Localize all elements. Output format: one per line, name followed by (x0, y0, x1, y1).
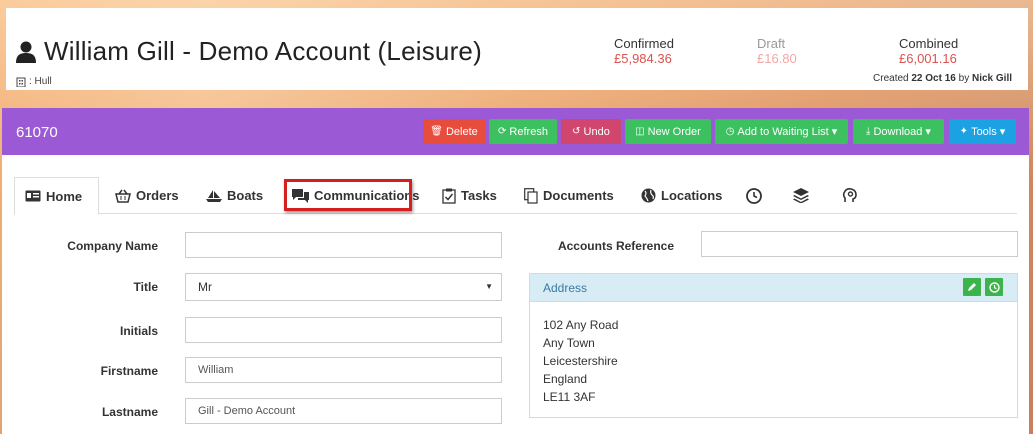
address-line: 102 Any Road (543, 318, 619, 332)
tab-orders[interactable]: Orders (105, 177, 189, 214)
tools-button[interactable]: ✦ Tools ▾ (949, 119, 1016, 144)
new-order-label: New Order (647, 125, 701, 138)
delete-button[interactable]: 🗑 Delete (423, 119, 485, 144)
clock-icon: ◷ (725, 125, 735, 137)
tab-documents[interactable]: Documents (514, 177, 624, 214)
address-line: England (543, 372, 588, 386)
communications-highlight (284, 179, 412, 211)
waiting-list-button[interactable]: ◷ Add to Waiting List ▾ (715, 119, 848, 144)
draft-stat: Draft £16.80 (757, 36, 797, 66)
title-select[interactable]: Mr ▼ (185, 273, 502, 301)
page-title: William Gill - Demo Account (Leisure) (16, 36, 482, 67)
created-info: Created 22 Oct 16 by Nick Gill (873, 73, 1012, 84)
address-line: Any Town (543, 336, 595, 350)
confirmed-stat: Confirmed £5,984.36 (614, 36, 674, 66)
accounts-reference-label: Accounts Reference (557, 239, 674, 253)
undo-button[interactable]: ↺ Undo (561, 119, 621, 144)
address-history-button[interactable] (985, 278, 1003, 296)
tab-profile[interactable] (832, 177, 868, 214)
tab-tasks-label: Tasks (461, 188, 497, 203)
building-icon (16, 77, 26, 87)
clock-icon (746, 187, 762, 204)
address-heading: Address (543, 280, 588, 295)
address-header: Address (530, 274, 1017, 302)
created-prefix: Created (873, 73, 909, 84)
draft-label: Draft (757, 36, 786, 51)
firstname-field[interactable]: William (185, 357, 502, 383)
title-select-value: Mr (198, 280, 212, 294)
pencil-icon (968, 283, 976, 291)
combined-label: Combined (899, 36, 959, 51)
boat-icon (206, 189, 222, 202)
tab-bar: Home Orders Boats Communications Tasks D… (14, 177, 1017, 215)
created-by-word: by (958, 73, 970, 84)
created-by: Nick Gill (971, 73, 1012, 84)
tab-orders-label: Orders (136, 188, 179, 203)
title-label: Title (133, 280, 158, 294)
clock-icon (988, 281, 1000, 293)
tools-label: Tools ▾ (971, 126, 1006, 138)
undo-label: Undo (583, 125, 610, 138)
clipboard-check-icon (442, 188, 456, 204)
tab-documents-label: Documents (543, 188, 614, 203)
documents-icon (524, 187, 538, 204)
account-name: William Gill - Demo Account (Leisure) (44, 36, 482, 66)
toolbar: 61070 🗑 Delete ⟳ Refresh ↺ Undo ◫ New Or… (2, 108, 1029, 155)
refresh-button[interactable]: ⟳ Refresh (489, 119, 557, 144)
layers-icon (793, 188, 809, 203)
tab-boats-label: Boats (227, 188, 264, 203)
company-name-field[interactable] (185, 232, 502, 258)
combined-value: £6,001.16 (899, 51, 957, 66)
tab-tasks[interactable]: Tasks (432, 177, 507, 214)
download-label: Download ▾ (873, 126, 931, 138)
basket-icon (115, 189, 131, 203)
firstname-label: Firstname (100, 364, 158, 378)
tab-locations-label: Locations (661, 188, 723, 203)
new-order-button[interactable]: ◫ New Order (625, 119, 711, 144)
tab-layers[interactable] (783, 177, 819, 214)
accounts-reference-field[interactable] (701, 231, 1018, 257)
tab-home[interactable]: Home (14, 177, 99, 215)
created-date: 22 Oct 16 (911, 73, 956, 84)
lastname-field[interactable]: Gill - Demo Account (185, 398, 502, 424)
tab-boats[interactable]: Boats (196, 177, 273, 214)
head-profile-icon (842, 187, 857, 202)
tab-history[interactable] (736, 177, 772, 214)
waiting-list-label: Add to Waiting List ▾ (737, 126, 838, 138)
company-name-label: Company Name (67, 239, 158, 253)
draft-value: £16.80 (757, 51, 797, 66)
download-button[interactable]: ⤓ Download ▾ (853, 119, 944, 144)
refresh-label: Refresh (509, 125, 548, 138)
account-header: William Gill - Demo Account (Leisure) : … (6, 8, 1028, 90)
address-lines: 102 Any Road Any Town Leicestershire Eng… (530, 302, 1017, 420)
trash-icon: 🗑 (430, 125, 443, 137)
globe-icon (641, 188, 656, 203)
record-id: 61070 (16, 124, 58, 141)
id-card-icon (25, 190, 41, 202)
refresh-icon: ⟳ (498, 125, 507, 137)
download-icon: ⤓ (866, 125, 871, 137)
basket-icon: ◫ (635, 125, 645, 137)
initials-label: Initials (119, 324, 158, 338)
edit-address-button[interactable] (963, 278, 981, 296)
delete-label: Delete (445, 125, 478, 138)
combined-stat: Combined £6,001.16 (899, 36, 958, 66)
wand-icon: ✦ (959, 125, 969, 137)
address-panel: Address 102 Any Road Any Town Leicesters… (529, 273, 1018, 418)
address-line: LE11 3AF (543, 390, 596, 404)
address-line: Leicestershire (543, 354, 618, 368)
undo-icon: ↺ (572, 125, 581, 137)
caret-down-icon: ▼ (485, 282, 493, 291)
confirmed-value: £5,984.36 (614, 51, 672, 66)
tab-locations[interactable]: Locations (631, 177, 732, 214)
location-text: : Hull (29, 76, 52, 87)
location-line: : Hull (16, 76, 52, 87)
lastname-label: Lastname (101, 405, 158, 419)
initials-field[interactable] (185, 317, 502, 343)
tab-home-label: Home (46, 188, 83, 204)
confirmed-label: Confirmed (614, 36, 674, 51)
user-icon (16, 41, 36, 63)
